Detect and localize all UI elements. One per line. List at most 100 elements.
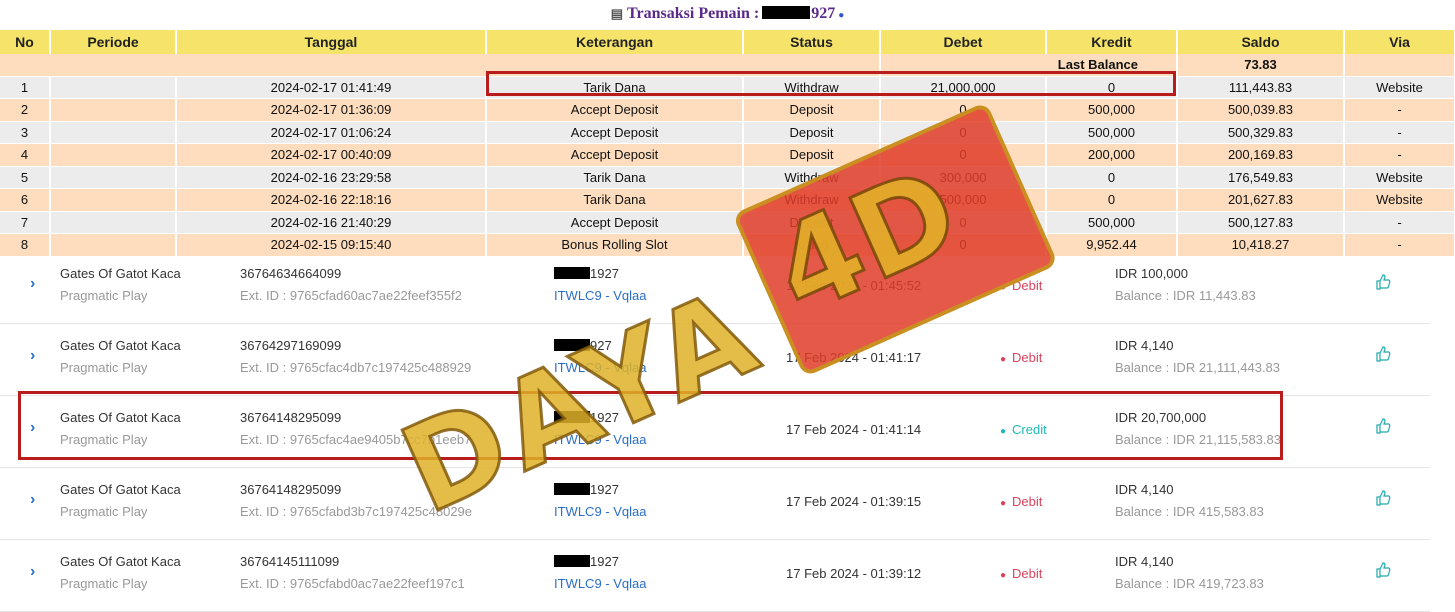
bet-row[interactable]: › Gates Of Gatot Kaca Pragmatic Play 367642… [0, 324, 1430, 396]
bet-type-label: Debit [1012, 494, 1043, 509]
cell-periode [50, 188, 177, 212]
bet-balance: Balance : IDR 21,111,443.83 [1115, 360, 1281, 375]
bet-user-suffix: 927 [590, 338, 612, 353]
bet-amount: IDR 4,140 [1115, 338, 1174, 353]
cell-no: 6 [0, 188, 51, 212]
bet-agent-link[interactable]: ITWLC9 - Vqlaa [554, 576, 646, 591]
cell-via: - [1344, 98, 1455, 122]
bet-row[interactable]: › Gates Of Gatot Kaca Pragmatic Play 367641… [0, 540, 1430, 612]
bet-row[interactable]: › Gates Of Gatot Kaca Pragmatic Play 367646… [0, 252, 1430, 324]
bet-agent-link[interactable]: ITWLC9 - Vqlaa [554, 504, 646, 519]
status-dot-icon: ● [1000, 498, 1007, 509]
cell-debet: 0 [880, 211, 1047, 234]
status-dot-icon: ● [1000, 354, 1007, 365]
thumbs-up-icon[interactable] [1375, 490, 1391, 509]
table-row: 2 2024-02-17 01:36:09 Accept Deposit Deposi… [0, 98, 1455, 122]
bet-agent-link[interactable]: ITWLC9 - Vqlaa [554, 288, 646, 303]
bet-amount: IDR 4,140 [1115, 482, 1174, 497]
table-row: 5 2024-02-16 23:29:58 Tarik Dana Withdraw 30… [0, 166, 1455, 189]
cell-saldo: 500,039.83 [1177, 98, 1345, 122]
thumbs-up-icon[interactable] [1375, 274, 1391, 293]
bet-ext-id: Ext. ID : 9765cfabd0ac7ae22feef197c1 [240, 576, 465, 591]
chevron-right-icon[interactable]: › [30, 275, 35, 293]
chevron-right-icon[interactable]: › [30, 563, 35, 581]
bet-time: 17 Feb 2024 - 01:45:52 [786, 278, 922, 293]
bet-time: 17 Feb 2024 - 01:41:17 [786, 350, 922, 365]
cell-via: Website [1344, 188, 1455, 212]
cell-kredit: 500,000 [1046, 121, 1178, 144]
document-icon: ▤ [610, 6, 624, 21]
redacted-username-block [762, 6, 811, 19]
cell-no: 3 [0, 121, 51, 144]
cell-tanggal: 2024-02-17 01:06:24 [176, 121, 487, 144]
redacted-username-block [554, 267, 590, 279]
thumbs-up-icon[interactable] [1375, 418, 1391, 437]
bet-type: ● Debit [1000, 494, 1042, 509]
header-saldo: Saldo [1177, 30, 1345, 54]
cell-periode [50, 211, 177, 234]
header-keterangan: Keterangan [486, 30, 744, 54]
cell-keterangan: Accept Deposit [486, 211, 744, 234]
bet-type: ● Debit [1000, 566, 1042, 581]
header-no: No [0, 30, 51, 54]
cell-keterangan: Accept Deposit [486, 121, 744, 144]
bet-provider: Pragmatic Play [60, 360, 148, 375]
cell-debet: 0 [880, 98, 1047, 122]
bet-id: 36764634664099 [240, 266, 342, 281]
cell-status: Deposit [743, 98, 881, 122]
highlight-box-credit [18, 391, 1283, 460]
bet-id: 36764297169099 [240, 338, 342, 353]
cell-saldo: 500,127.83 [1177, 211, 1345, 234]
header-debet: Debet [880, 30, 1047, 54]
table-row: 4 2024-02-17 00:40:09 Accept Deposit Deposi… [0, 143, 1455, 167]
transaction-table: No Periode Tanggal Keterangan Status Deb… [0, 30, 1455, 257]
cell-periode [50, 98, 177, 122]
bet-user-suffix: 1927 [590, 554, 619, 569]
bet-user: 1927 [554, 266, 619, 281]
chevron-right-icon[interactable]: › [30, 347, 35, 365]
cell-status: Withdraw [743, 166, 881, 189]
cell-tanggal: 2024-02-16 21:40:29 [176, 211, 487, 234]
header-status: Status [743, 30, 881, 54]
redacted-username-block [554, 555, 590, 567]
cell-kredit: 500,000 [1046, 211, 1178, 234]
bet-id: 36764148295099 [240, 482, 342, 497]
bet-ext-id: Ext. ID : 9765cfabd3b7c197425c48029e [240, 504, 473, 519]
header-periode: Periode [50, 30, 177, 54]
cell-no: 5 [0, 166, 51, 189]
title-prefix: Transaksi Pemain : [627, 5, 760, 22]
thumbs-up-icon[interactable] [1375, 562, 1391, 581]
bet-row[interactable]: › Gates Of Gatot Kaca Pragmatic Play 367641… [0, 468, 1430, 540]
cell-status: Deposit [743, 143, 881, 167]
table-header-row: No Periode Tanggal Keterangan Status Deb… [0, 30, 1455, 54]
table-row: 6 2024-02-16 22:18:16 Tarik Dana Withdraw 50… [0, 188, 1455, 212]
bet-balance: Balance : IDR 415,583.83 [1115, 504, 1264, 519]
bet-ext-id: Ext. ID : 9765cfad60ac7ae22feef355f2 [240, 288, 462, 303]
cell-tanggal: 2024-02-17 00:40:09 [176, 143, 487, 167]
bet-provider: Pragmatic Play [60, 576, 148, 591]
status-dot-icon: ● [1000, 282, 1007, 293]
bet-time: 17 Feb 2024 - 01:39:15 [786, 494, 922, 509]
redacted-username-block [554, 483, 590, 495]
cell-tanggal: 2024-02-17 01:41:49 [176, 76, 487, 99]
bet-game-name: Gates Of Gatot Kaca [60, 554, 181, 569]
cell-debet: 0 [880, 121, 1047, 144]
cell-via: - [1344, 121, 1455, 144]
bet-agent-link[interactable]: ITWLC9 - Vqlaa [554, 360, 646, 375]
bet-type-label: Debit [1012, 350, 1043, 365]
table-row: 7 2024-02-16 21:40:29 Accept Deposit Deposi… [0, 211, 1455, 234]
header-tanggal: Tanggal [176, 30, 487, 54]
chevron-right-icon[interactable]: › [30, 491, 35, 509]
thumbs-up-icon[interactable] [1375, 346, 1391, 365]
cell-tanggal: 2024-02-16 22:18:16 [176, 188, 487, 212]
cell-kredit: 200,000 [1046, 143, 1178, 167]
cell-debet: 0 [880, 143, 1047, 167]
bet-type: ● Debit [1000, 350, 1042, 365]
info-icon[interactable]: ● [838, 10, 844, 21]
cell-via: Website [1344, 76, 1455, 99]
page-title: ▤ Transaksi Pemain : 927 ● [0, 2, 1455, 26]
cell-saldo: 200,169.83 [1177, 143, 1345, 167]
cell-saldo: 500,329.83 [1177, 121, 1345, 144]
bet-game-name: Gates Of Gatot Kaca [60, 266, 181, 281]
cell-keterangan: Accept Deposit [486, 143, 744, 167]
